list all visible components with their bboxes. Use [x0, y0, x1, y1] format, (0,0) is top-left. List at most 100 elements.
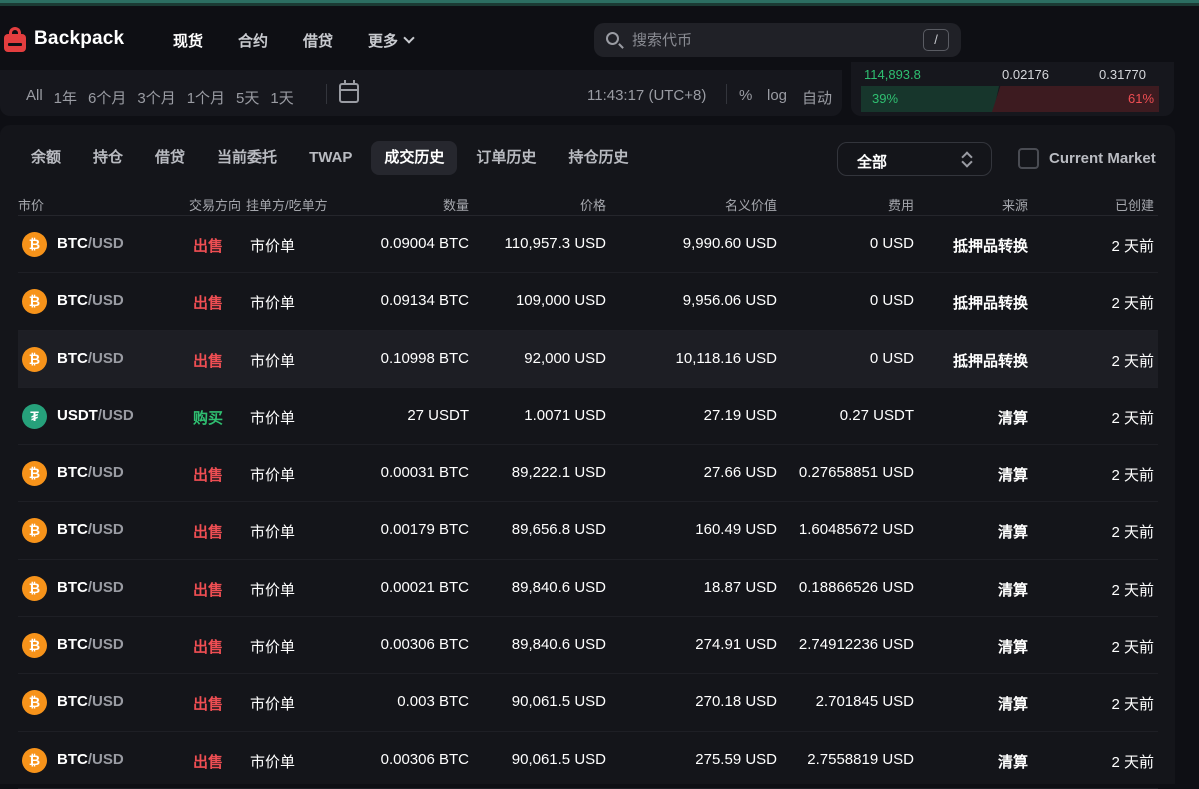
tab-order-history[interactable]: 订单历史 [463, 141, 549, 175]
top-nav: Backpack 现货 合约 借贷 更多 / [0, 6, 1199, 70]
tab-twap[interactable]: TWAP [296, 141, 365, 175]
usdt-icon: ₮ [22, 403, 47, 429]
nav-item-spot[interactable]: 现货 [173, 30, 203, 51]
quantity-cell: 0.00031 BTC [380, 464, 469, 482]
market-cell[interactable]: BTC/USD [57, 235, 124, 252]
price-cell: 92,000 USD [524, 349, 606, 367]
search-shortcut-badge: / [923, 29, 949, 51]
range-5d[interactable]: 5天 [236, 87, 259, 108]
price-cell: 1.0071 USD [524, 406, 606, 424]
nav-item-more[interactable]: 更多 [368, 30, 415, 51]
range-6m[interactable]: 6个月 [88, 87, 126, 108]
tab-trade-history[interactable]: 成交历史 [371, 141, 458, 175]
auto-toggle[interactable]: 自动 [802, 87, 832, 108]
order-type-cell: 市价单 [250, 581, 296, 599]
base-asset: BTC [57, 349, 88, 367]
quantity-cell: 0.00306 BTC [380, 636, 469, 654]
col-market[interactable]: 市价 [18, 195, 44, 214]
order-type-cell: 市价单 [250, 409, 296, 427]
created-cell: 2 天前 [1111, 581, 1154, 599]
col-fee[interactable]: 费用 [888, 195, 914, 214]
range-1d[interactable]: 1天 [270, 87, 293, 108]
quantity-cell: 0.09004 BTC [380, 235, 469, 252]
account-panel: 余额 持仓 借贷 当前委托 TWAP 成交历史 订单历史 持仓历史 全部 Cur… [0, 125, 1175, 789]
current-market-toggle[interactable]: Current Market [1018, 148, 1156, 169]
price-cell: 89,840.6 USD [511, 578, 606, 596]
nav-item-lend[interactable]: 借贷 [303, 30, 333, 51]
table-row[interactable]: ₿ BTC/USD 出售 市价单 0.00179 BTC 89,656.8 USD 160.… [18, 502, 1158, 560]
created-cell: 2 天前 [1111, 639, 1154, 657]
table-row[interactable]: ₿ BTC/USD 出售 市价单 0.00031 BTC 89,222.1 USD 27.6… [18, 445, 1158, 503]
range-3m[interactable]: 3个月 [137, 87, 175, 108]
search-bar[interactable]: / [594, 23, 961, 57]
market-cell[interactable]: BTC/USD [57, 292, 124, 309]
col-price[interactable]: 价格 [580, 195, 606, 214]
table-row[interactable]: ₿ BTC/USD 出售 市价单 0.00306 BTC 90,061.5 USD 275.… [18, 732, 1158, 789]
market-cell[interactable]: BTC/USD [57, 464, 124, 481]
order-type-cell: 市价单 [250, 696, 296, 714]
calendar-icon[interactable] [339, 80, 359, 103]
base-asset: USDT [57, 406, 98, 424]
quote-asset: /USD [87, 292, 124, 310]
chart-time: 11:43:17 (UTC+8) [587, 87, 707, 104]
orderbook-right-value: 0.31770 [1099, 67, 1146, 82]
source-cell: 清算 [997, 467, 1028, 485]
chevron-down-icon [403, 32, 415, 44]
divider [726, 84, 727, 104]
nav-item-futures[interactable]: 合约 [238, 30, 268, 51]
col-source[interactable]: 来源 [1002, 195, 1028, 214]
range-all[interactable]: All [26, 87, 43, 108]
quantity-cell: 0.09134 BTC [380, 292, 469, 310]
log-toggle[interactable]: log [767, 87, 787, 104]
btc-icon: ₿ [22, 690, 47, 716]
col-maker-taker[interactable]: 挂单方/吃单方 [246, 195, 328, 214]
tab-borrow[interactable]: 借贷 [142, 141, 198, 175]
table-row[interactable]: ₿ BTC/USD 出售 市价单 0.00021 BTC 89,840.6 USD 18.8… [18, 560, 1158, 618]
market-cell[interactable]: USDT/USD [57, 407, 134, 424]
market-filter-select[interactable]: 全部 [837, 142, 992, 176]
tab-position-history[interactable]: 持仓历史 [555, 141, 641, 175]
market-cell[interactable]: BTC/USD [57, 751, 124, 768]
col-quantity[interactable]: 数量 [443, 195, 469, 214]
tab-balances[interactable]: 余额 [18, 141, 74, 175]
table-row[interactable]: ₿ BTC/USD 出售 市价单 0.00306 BTC 89,840.6 USD 274.… [18, 617, 1158, 675]
side-cell: 出售 [193, 238, 224, 255]
table-row[interactable]: ₮ USDT/USD 购买 市价单 27 USDT 1.0071 USD 27.19 USD… [18, 388, 1158, 446]
current-market-checkbox[interactable] [1018, 148, 1039, 169]
logo[interactable]: Backpack [4, 26, 124, 52]
notional-cell: 27.19 USD [703, 406, 777, 424]
range-1m[interactable]: 1个月 [187, 87, 225, 108]
percent-toggle[interactable]: % [739, 87, 752, 104]
col-side[interactable]: 交易方向 [189, 195, 241, 214]
chevron-updown-icon [961, 152, 971, 166]
range-1y[interactable]: 1年 [54, 87, 77, 108]
market-cell[interactable]: BTC/USD [57, 636, 124, 653]
search-input[interactable] [632, 29, 902, 51]
col-created[interactable]: 已创建 [1115, 195, 1154, 214]
table-row[interactable]: ₿ BTC/USD 出售 市价单 0.10998 BTC 92,000 USD 10,118… [18, 330, 1158, 388]
market-cell[interactable]: BTC/USD [57, 579, 124, 596]
col-notional[interactable]: 名义价值 [725, 195, 777, 214]
quantity-cell: 0.00179 BTC [380, 521, 469, 539]
price-cell: 89,840.6 USD [511, 636, 606, 654]
table-row[interactable]: ₿ BTC/USD 出售 市价单 0.09004 BTC 110,957.3 USD 9,9… [18, 216, 1158, 274]
market-cell[interactable]: BTC/USD [57, 693, 124, 710]
price-cell: 89,222.1 USD [511, 464, 606, 482]
table-row[interactable]: ₿ BTC/USD 出售 市价单 0.09134 BTC 109,000 USD 9,956… [18, 273, 1158, 331]
notional-cell: 9,956.06 USD [682, 292, 777, 310]
side-cell: 出售 [193, 295, 224, 313]
btc-icon: ₿ [22, 633, 47, 659]
table-row[interactable]: ₿ BTC/USD 出售 市价单 0.003 BTC 90,061.5 USD 270.18… [18, 674, 1158, 732]
market-cell[interactable]: BTC/USD [57, 350, 124, 367]
fee-cell: 2.74912236 USD [798, 636, 914, 654]
price-cell: 89,656.8 USD [511, 521, 606, 539]
market-cell[interactable]: BTC/USD [57, 521, 124, 538]
base-asset: BTC [57, 636, 88, 654]
price-cell: 110,957.3 USD [504, 235, 606, 252]
trade-history-table: ₿ BTC/USD 出售市价单 0.09004 BTC 110,957.3 USD 9,9… [18, 216, 1158, 789]
backpack-logo-icon [4, 26, 26, 52]
tab-open-orders[interactable]: 当前委托 [204, 141, 290, 175]
fee-cell: 2.701845 USD [815, 693, 914, 711]
tab-positions[interactable]: 持仓 [80, 141, 136, 175]
btc-icon: ₿ [22, 232, 47, 257]
